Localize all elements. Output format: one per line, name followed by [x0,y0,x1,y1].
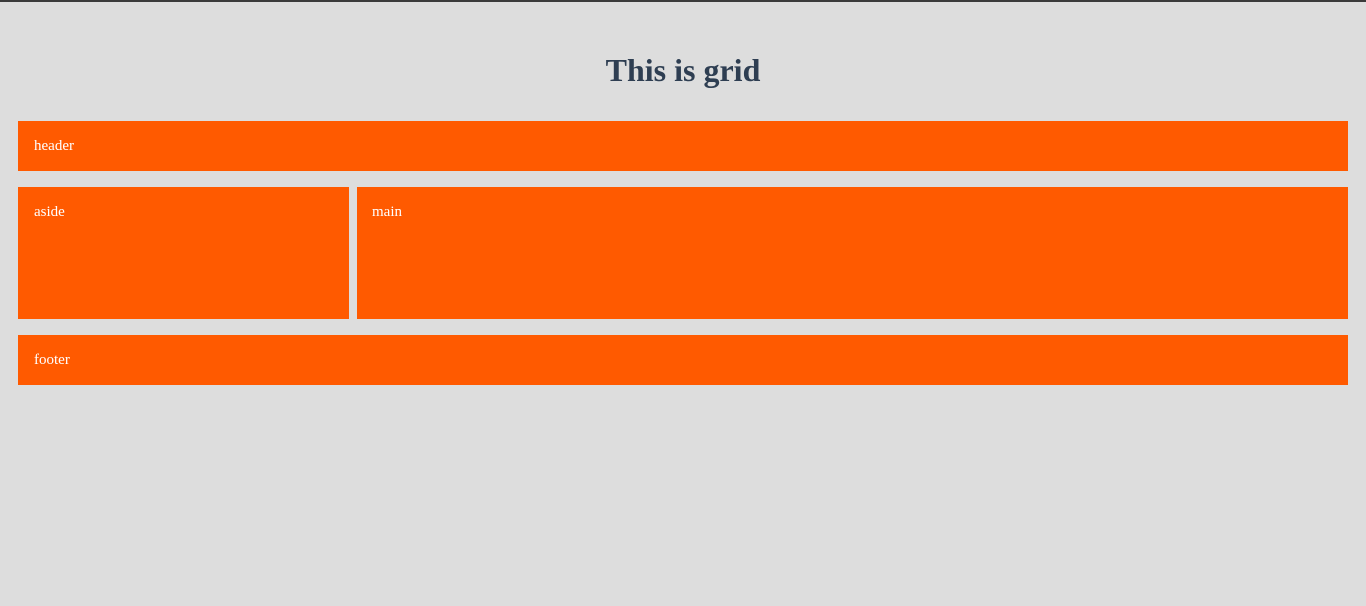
grid-container: header aside main footer [18,121,1348,385]
grid-footer: footer [18,335,1348,385]
page-title: This is grid [605,52,761,88]
grid-footer-label: footer [34,352,70,368]
grid-aside: aside [18,187,349,319]
grid-main: main [357,187,1348,319]
grid-header-label: header [34,138,74,154]
grid-aside-label: aside [34,204,65,220]
grid-main-label: main [372,204,402,220]
grid-header: header [18,121,1348,171]
